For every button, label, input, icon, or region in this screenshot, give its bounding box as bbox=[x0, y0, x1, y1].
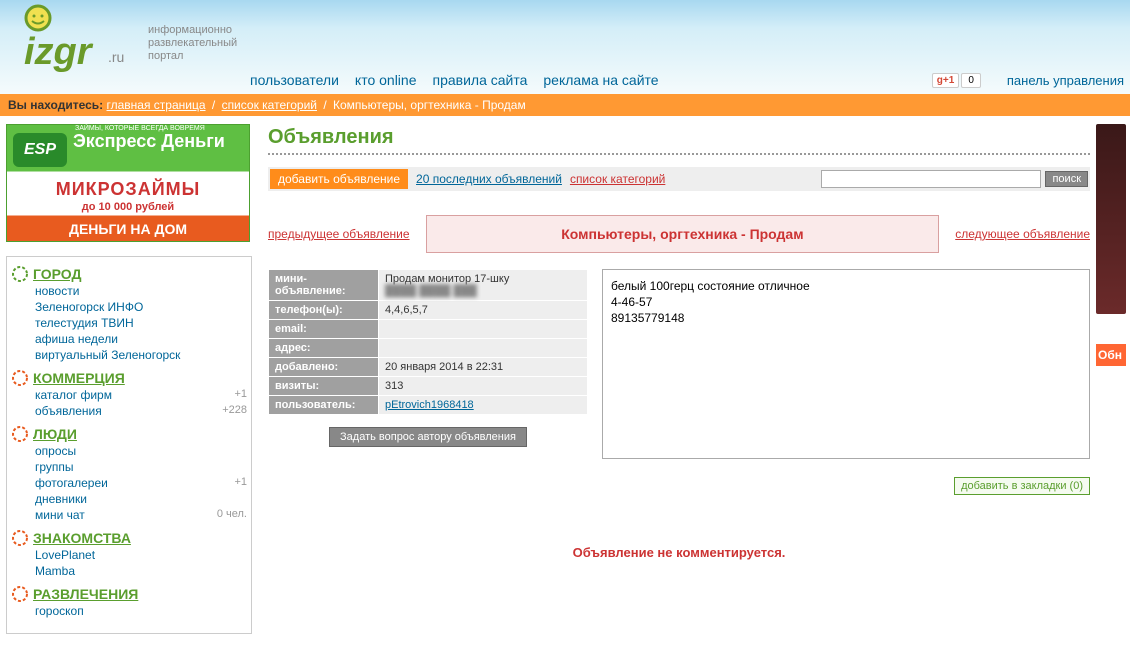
right-banner[interactable] bbox=[1096, 124, 1126, 314]
category-list-link[interactable]: список категорий bbox=[570, 172, 665, 186]
menu-section: РАЗВЛЕЧЕНИЯ гороскоп bbox=[11, 585, 247, 619]
menu-section-icon bbox=[11, 369, 29, 387]
sidebar-item-link[interactable]: виртуальный Зеленогорск bbox=[35, 348, 180, 362]
ad-banner[interactable]: ЗАЙМЫ, КОТОРЫЕ ВСЕГДА ВОВРЕМЯ ESP Экспре… bbox=[6, 124, 250, 242]
sidebar-item: LovePlanet bbox=[35, 547, 247, 563]
site-logo[interactable]: izgr .ru bbox=[10, 4, 140, 86]
tagline: информационно развлекательный портал bbox=[148, 24, 237, 63]
logo-area: izgr .ru информационно развлекательный п… bbox=[0, 0, 250, 94]
sidebar-item: каталог фирм +1 bbox=[35, 387, 247, 403]
control-panel-link[interactable]: панель управления bbox=[1007, 73, 1124, 88]
search-button[interactable]: поиск bbox=[1045, 171, 1088, 187]
add-bookmark-button[interactable]: добавить в закладки (0) bbox=[954, 477, 1090, 495]
page-title: Объявления bbox=[268, 126, 1090, 155]
sidebar-item: телестудия ТВИН bbox=[35, 315, 247, 331]
breadcrumb-current: Компьютеры, оргтехника - Продам bbox=[333, 98, 526, 112]
menu-section: ЗНАКОМСТВА LovePlanet Mamba bbox=[11, 529, 247, 579]
next-listing-link[interactable]: следующее объявление bbox=[955, 227, 1090, 241]
sidebar-item-count: +1 bbox=[234, 388, 247, 402]
sidebar-item-count: 0 чел. bbox=[217, 508, 247, 522]
sidebar-item: объявления +228 bbox=[35, 403, 247, 419]
prev-listing-link[interactable]: предыдущее объявление bbox=[268, 227, 410, 241]
sidebar-item: гороскоп bbox=[35, 603, 247, 619]
nav-online[interactable]: кто online bbox=[355, 72, 417, 88]
sidebar-item: виртуальный Зеленогорск bbox=[35, 347, 247, 363]
breadcrumb-home[interactable]: главная страница bbox=[107, 98, 206, 112]
sidebar-item: новости bbox=[35, 283, 247, 299]
gplus-count: 0 bbox=[961, 73, 981, 88]
menu-section-icon bbox=[11, 529, 29, 547]
sidebar-item: фотогалереи +1 bbox=[35, 475, 247, 491]
right-tab[interactable]: Обн bbox=[1096, 344, 1126, 366]
sidebar-item: Mamba bbox=[35, 563, 247, 579]
sidebar-item-link[interactable]: каталог фирм bbox=[35, 388, 112, 402]
sidebar-item-link[interactable]: телестудия ТВИН bbox=[35, 316, 134, 330]
breadcrumb: Вы находитесь: главная страница / список… bbox=[0, 94, 1130, 116]
top-header: izgr .ru информационно развлекательный п… bbox=[0, 0, 1130, 94]
sidebar-item-link[interactable]: мини чат bbox=[35, 508, 85, 522]
nav-rules[interactable]: правила сайта bbox=[432, 72, 527, 88]
breadcrumb-label: Вы находитесь: bbox=[8, 98, 103, 112]
top-nav: пользователи кто online правила сайта ре… bbox=[250, 0, 1130, 94]
details-table: мини-объявление: Продам монитор 17-шку██… bbox=[268, 269, 588, 415]
add-listing-button[interactable]: добавить объявление bbox=[270, 169, 408, 189]
sidebar-item: Зеленогорск ИНФО bbox=[35, 299, 247, 315]
sidebar-item-link[interactable]: афиша недели bbox=[35, 332, 118, 346]
sidebar-item-link[interactable]: объявления bbox=[35, 404, 102, 418]
category-title: Компьютеры, оргтехника - Продам bbox=[426, 215, 940, 253]
menu-section: ЛЮДИопросыгруппыфотогалереи+1дневникимин… bbox=[11, 425, 247, 523]
sidebar-item-link[interactable]: группы bbox=[35, 460, 74, 474]
last-20-link[interactable]: 20 последних объявлений bbox=[416, 172, 562, 186]
sidebar-item-link[interactable]: LovePlanet bbox=[35, 548, 95, 562]
sidebar-item: опросы bbox=[35, 443, 247, 459]
sidebar-item-link[interactable]: опросы bbox=[35, 444, 76, 458]
sidebar-item-link[interactable]: Mamba bbox=[35, 564, 75, 578]
description-box: белый 100герц состояние отличное 4-46-57… bbox=[602, 269, 1090, 459]
menu-section-title[interactable]: КОММЕРЦИЯ bbox=[33, 370, 125, 386]
sidebar-item-link[interactable]: гороскоп bbox=[35, 604, 84, 618]
user-link[interactable]: pEtrovich1968418 bbox=[385, 399, 474, 411]
sidebar-item-link[interactable]: Зеленогорск ИНФО bbox=[35, 300, 143, 314]
menu-section-title[interactable]: ГОРОД bbox=[33, 266, 81, 282]
menu-section-title[interactable]: ЗНАКОМСТВА bbox=[33, 530, 131, 546]
svg-text:izgr: izgr bbox=[24, 31, 94, 73]
menu-section-icon bbox=[11, 265, 29, 283]
gplus-widget[interactable]: g+1 0 bbox=[932, 73, 981, 88]
sidebar-item-count: +228 bbox=[222, 404, 247, 418]
svg-text:.ru: .ru bbox=[108, 49, 124, 65]
sidebar-item: группы bbox=[35, 459, 247, 475]
breadcrumb-categories[interactable]: список категорий bbox=[222, 98, 317, 112]
side-menu: ГОРОД новости Зеленогорск ИНФО телестудия Т… bbox=[6, 256, 252, 634]
gplus-button[interactable]: g+1 bbox=[932, 73, 960, 88]
sidebar-item: афиша недели bbox=[35, 331, 247, 347]
menu-section-icon bbox=[11, 425, 29, 443]
sidebar-item: дневники bbox=[35, 491, 247, 507]
no-comments-text: Объявление не комментируется. bbox=[268, 545, 1090, 560]
nav-ads[interactable]: реклама на сайте bbox=[543, 72, 658, 88]
menu-section: КОММЕРЦИЯ каталог фирм +1 объявления +228 bbox=[11, 369, 247, 419]
nav-users[interactable]: пользователи bbox=[250, 72, 339, 88]
menu-section: ГОРОД новости Зеленогорск ИНФО телестудия Т… bbox=[11, 265, 247, 363]
search-input[interactable] bbox=[821, 170, 1041, 188]
sidebar-item: мини чат 0 чел. bbox=[35, 507, 247, 523]
ask-author-button[interactable]: Задать вопрос автору объявления bbox=[329, 427, 527, 447]
sidebar-item-link[interactable]: фотогалереи bbox=[35, 476, 108, 490]
sidebar-item-link[interactable]: дневники bbox=[35, 492, 87, 506]
menu-section-title[interactable]: РАЗВЛЕЧЕНИЯ bbox=[33, 586, 138, 602]
menu-section-icon bbox=[11, 585, 29, 603]
sidebar-item-link[interactable]: новости bbox=[35, 284, 79, 298]
toolbar-row: добавить объявление 20 последних объявле… bbox=[268, 167, 1090, 191]
sidebar-item-count: +1 bbox=[234, 476, 247, 490]
menu-section-title[interactable]: ЛЮДИ bbox=[33, 426, 77, 442]
